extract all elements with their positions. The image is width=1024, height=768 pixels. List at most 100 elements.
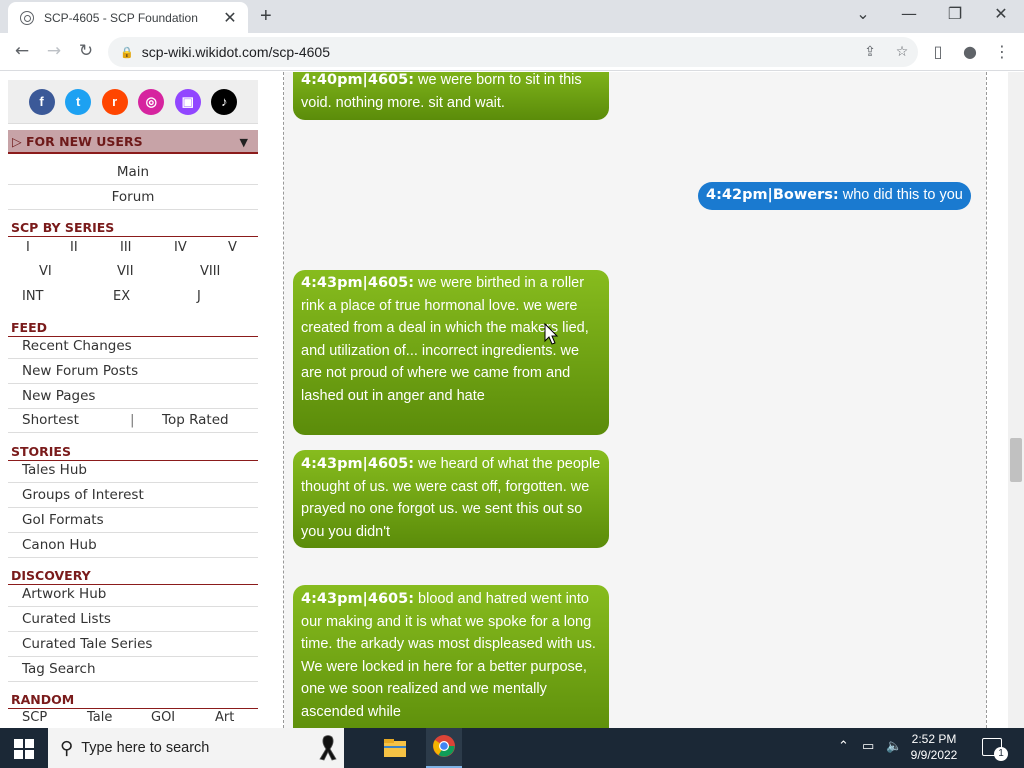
lock-icon[interactable]: 🔒 — [120, 46, 134, 59]
new-tab-icon[interactable]: + — [260, 5, 272, 28]
new-users-label: ▷ FOR NEW USERS — [12, 133, 143, 149]
sidebar-link-groups-of-interest[interactable]: Groups of Interest — [8, 483, 258, 508]
dropdown-triangle-icon: ▼ — [239, 136, 248, 149]
sidebar-link-recent-changes[interactable]: Recent Changes — [8, 334, 258, 359]
series-link[interactable]: INT — [22, 289, 44, 304]
tab-search-icon[interactable]: ⌄ — [848, 4, 878, 23]
site-favicon-icon — [20, 10, 34, 25]
sidebar-link-curated-lists[interactable]: Curated Lists — [8, 607, 258, 632]
random-link-tale[interactable]: Tale — [87, 710, 112, 725]
windows-taskbar: ⚲ Type here to search ⌃ ▭ 🔈 2:52 PM 9/9/… — [0, 728, 1024, 768]
clock-time: 2:52 PM — [911, 732, 957, 746]
close-tab-icon[interactable]: ✕ — [222, 8, 238, 27]
sidebar-link-main[interactable]: Main — [8, 160, 258, 185]
page-viewport: f t r ◎ ▣ ♪ ▷ FOR NEW USERS ▼ Main Forum… — [0, 72, 1024, 728]
series-link[interactable]: I — [26, 240, 30, 255]
search-icon: ⚲ — [60, 737, 74, 759]
sidebar-link-top-rated[interactable]: Top Rated — [162, 412, 229, 428]
tiktok-icon[interactable]: ♪ — [211, 88, 238, 115]
reddit-icon[interactable]: r — [101, 88, 128, 115]
search-placeholder: Type here to search — [81, 740, 210, 756]
side-panel-icon[interactable]: ▯ — [926, 42, 950, 61]
mouse-cursor-icon — [544, 322, 559, 345]
chat-message: 4:43pm|4605: we were birthed in a roller… — [293, 270, 609, 435]
chat-message: 4:43pm|4605: we heard of what the people… — [293, 450, 609, 548]
series-link[interactable]: VII — [117, 264, 134, 279]
facebook-icon[interactable]: f — [28, 88, 55, 115]
address-toolbar: ← → ↻ 🔒 scp-wiki.wikidot.com/scp-4605 ⇪ … — [0, 33, 1024, 71]
sidebar-link-artwork-hub[interactable]: Artwork Hub — [8, 582, 258, 607]
chat-log: 4:40pm|4605: we were born to sit in this… — [284, 72, 986, 728]
twitch-icon[interactable]: ▣ — [174, 88, 201, 115]
file-explorer-icon[interactable] — [381, 734, 409, 762]
sidebar-link-goi-formats[interactable]: GoI Formats — [8, 508, 258, 533]
sidebar-row-shortest-top-rated: Shortest | Top Rated — [8, 408, 258, 433]
series-link[interactable]: V — [228, 240, 237, 255]
sidebar-link-new-forum-posts[interactable]: New Forum Posts — [8, 359, 258, 384]
series-link[interactable]: VI — [39, 264, 52, 279]
series-link[interactable]: IV — [174, 240, 187, 255]
chat-sender: 4:43pm|4605: — [301, 456, 415, 472]
clock-date: 9/9/2022 — [910, 748, 958, 762]
profile-avatar-icon[interactable]: ● — [958, 42, 982, 61]
series-link[interactable]: EX — [113, 289, 130, 304]
chat-sender: 4:43pm|4605: — [301, 275, 415, 291]
content-border-right — [986, 72, 987, 728]
close-window-icon[interactable]: ✕ — [986, 4, 1016, 23]
sidebar-link-tales-hub[interactable]: Tales Hub — [8, 458, 258, 483]
volume-icon[interactable]: 🔈 — [886, 739, 902, 754]
network-icon[interactable]: ▭ — [862, 739, 874, 754]
back-icon[interactable]: ← — [10, 41, 34, 61]
tray-overflow-icon[interactable]: ⌃ — [838, 739, 849, 754]
separator: | — [130, 412, 135, 428]
reload-icon[interactable]: ↻ — [74, 41, 98, 61]
tab-bar: SCP-4605 - SCP Foundation ✕ + ⌄ — ❐ ✕ — [0, 0, 1024, 33]
scrollbar-thumb[interactable] — [1010, 438, 1022, 482]
sidebar-link-new-pages[interactable]: New Pages — [8, 384, 258, 409]
chat-text: blood and hatred went into our making an… — [301, 591, 596, 720]
twitter-icon[interactable]: t — [65, 88, 92, 115]
ribbon-icon[interactable] — [314, 734, 342, 762]
sidebar-link-forum[interactable]: Forum — [8, 185, 258, 210]
series-link[interactable]: VIII — [200, 264, 220, 279]
section-heading-random: RANDOM — [8, 692, 258, 709]
share-icon[interactable]: ⇪ — [854, 44, 886, 60]
chrome-taskbar-button[interactable] — [426, 728, 462, 768]
restore-icon[interactable]: ❐ — [940, 4, 970, 23]
series-link[interactable]: III — [120, 240, 132, 255]
chrome-icon — [433, 735, 455, 757]
browser-tab[interactable]: SCP-4605 - SCP Foundation ✕ — [8, 2, 248, 33]
windows-start-icon[interactable] — [14, 739, 34, 759]
chat-sender: 4:42pm|Bowers: — [706, 187, 839, 203]
address-bar[interactable]: 🔒 scp-wiki.wikidot.com/scp-4605 ⇪ ☆ — [108, 37, 918, 67]
minimize-icon[interactable]: — — [894, 4, 924, 23]
bookmark-star-icon[interactable]: ☆ — [886, 44, 918, 60]
sidebar: f t r ◎ ▣ ♪ ▷ FOR NEW USERS ▼ Main Forum… — [0, 72, 268, 728]
sidebar-link-tag-search[interactable]: Tag Search — [8, 657, 258, 682]
instagram-icon[interactable]: ◎ — [138, 88, 165, 115]
chat-sender: 4:43pm|4605: — [301, 591, 415, 607]
chat-message: 4:43pm|4605: blood and hatred went into … — [293, 585, 609, 728]
random-link-scp[interactable]: SCP — [22, 710, 47, 725]
url-text[interactable]: scp-wiki.wikidot.com/scp-4605 — [142, 44, 854, 60]
chat-message: 4:40pm|4605: we were born to sit in this… — [293, 72, 609, 120]
sidebar-link-shortest[interactable]: Shortest — [22, 412, 79, 428]
sidebar-link-canon-hub[interactable]: Canon Hub — [8, 533, 258, 558]
series-link[interactable]: J — [197, 289, 201, 304]
page-scrollbar[interactable] — [1008, 72, 1024, 728]
taskbar-clock[interactable]: 2:52 PM 9/9/2022 — [905, 731, 963, 763]
series-link[interactable]: II — [70, 240, 78, 255]
section-heading-series: SCP BY SERIES — [8, 220, 258, 237]
menu-kebab-icon[interactable]: ⋮ — [990, 42, 1014, 61]
social-bar: f t r ◎ ▣ ♪ — [8, 80, 258, 124]
sidebar-link-curated-tale-series[interactable]: Curated Tale Series — [8, 632, 258, 657]
forward-icon[interactable]: → — [42, 41, 66, 61]
chat-message: 4:42pm|Bowers: who did this to you — [698, 182, 971, 210]
random-link-goi[interactable]: GOI — [151, 710, 175, 725]
chat-sender: 4:40pm|4605: — [301, 72, 415, 88]
taskbar-search-box[interactable]: ⚲ Type here to search — [48, 728, 344, 768]
tab-title: SCP-4605 - SCP Foundation — [44, 10, 198, 25]
random-link-art[interactable]: Art — [215, 710, 234, 725]
notification-count-badge: 1 — [994, 747, 1008, 761]
new-users-toggle[interactable]: ▷ FOR NEW USERS ▼ — [8, 130, 258, 154]
